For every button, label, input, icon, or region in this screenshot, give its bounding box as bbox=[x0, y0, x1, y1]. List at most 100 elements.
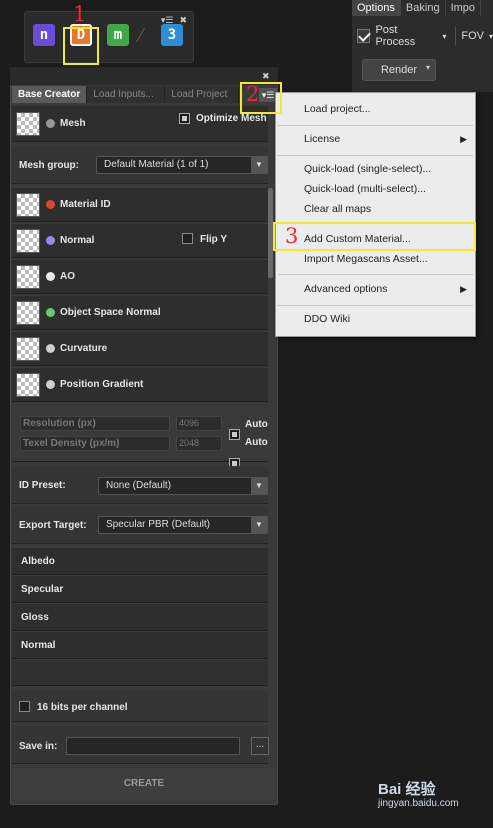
menu-item[interactable]: Load project... bbox=[275, 99, 476, 119]
chevron-down-icon: ▼ bbox=[251, 478, 267, 494]
fov-arrow-icon[interactable]: ▾ bbox=[489, 32, 493, 41]
map-row: Material ID bbox=[12, 188, 268, 222]
render-arrow-icon[interactable]: ▾ bbox=[426, 63, 430, 72]
menu-separator bbox=[278, 125, 473, 126]
map-row: Position Gradient bbox=[12, 368, 268, 402]
mesh-group-label: Mesh group: bbox=[19, 160, 79, 171]
annotation-box-1 bbox=[63, 27, 99, 65]
optimize-mesh-checkbox[interactable] bbox=[179, 113, 190, 124]
bits-label: 16 bits per channel bbox=[37, 702, 128, 713]
panel-tabs: Base Creator Load Inputs... Load Project bbox=[12, 86, 276, 103]
menu-item-label: Clear all maps bbox=[304, 203, 372, 215]
menu-item-label: Quick-load (multi-select)... bbox=[304, 183, 426, 195]
map-label: Material ID bbox=[60, 199, 111, 210]
map-thumbnail[interactable] bbox=[16, 336, 40, 361]
output-label: Specular bbox=[21, 583, 64, 595]
menu-separator bbox=[278, 274, 473, 275]
map-label: Object Space Normal bbox=[60, 307, 161, 318]
post-process-checkbox[interactable] bbox=[357, 29, 371, 43]
panel-close-icon[interactable]: ✖ bbox=[262, 71, 270, 82]
map-row: Normal bbox=[12, 224, 268, 258]
post-process-label[interactable]: Post Process bbox=[375, 24, 437, 48]
texel-auto-label: Auto bbox=[245, 437, 268, 448]
mesh-label: Mesh bbox=[60, 118, 86, 129]
output-row[interactable]: Albedo bbox=[12, 548, 268, 575]
browse-button[interactable]: ... bbox=[251, 737, 269, 755]
tab-import[interactable]: Impo bbox=[446, 0, 482, 16]
tab-load-project[interactable]: Load Project bbox=[165, 86, 240, 103]
resolution-field[interactable]: Resolution (px) bbox=[20, 416, 170, 431]
resolution-value[interactable]: 4096 bbox=[176, 416, 222, 431]
map-row: AO bbox=[12, 260, 268, 294]
three-d-icon[interactable]: 3 bbox=[161, 24, 183, 46]
mesh-thumbnail[interactable] bbox=[16, 111, 40, 136]
tab-base-creator[interactable]: Base Creator bbox=[12, 86, 88, 103]
bits-checkbox[interactable] bbox=[19, 701, 30, 712]
annotation-number-3: 3 bbox=[285, 224, 299, 248]
mdo-icon[interactable]: m bbox=[107, 24, 129, 46]
map-dot-icon bbox=[46, 200, 55, 209]
baidu-watermark-url: jingyan.baidu.com bbox=[378, 798, 459, 809]
map-dot-icon bbox=[46, 236, 55, 245]
output-label: Normal bbox=[21, 639, 56, 651]
menu-item[interactable]: Advanced options ▶ bbox=[275, 279, 476, 299]
menu-item[interactable]: Clear all maps bbox=[275, 199, 476, 219]
output-label: Gloss bbox=[21, 611, 49, 623]
menu-item-label: Quick-load (single-select)... bbox=[304, 163, 432, 175]
tab-load-inputs[interactable]: Load Inputs... bbox=[87, 86, 166, 103]
output-label: Albedo bbox=[21, 555, 55, 567]
menu-item-label: Advanced options bbox=[304, 283, 388, 295]
menu-item-label: License bbox=[304, 133, 341, 145]
map-label: Curvature bbox=[60, 343, 108, 354]
menu-item[interactable]: License ▶ bbox=[275, 129, 476, 149]
resolution-auto-checkbox[interactable] bbox=[229, 429, 240, 440]
id-preset-select[interactable]: None (Default) ▼ bbox=[98, 477, 268, 495]
create-button[interactable]: CREATE bbox=[12, 768, 276, 800]
output-row[interactable]: Gloss bbox=[12, 604, 268, 631]
tab-baking[interactable]: Baking bbox=[401, 0, 446, 16]
baidu-watermark: Bai 经验 bbox=[378, 781, 436, 798]
render-button[interactable]: Render bbox=[362, 59, 436, 81]
map-thumbnail[interactable] bbox=[16, 228, 40, 253]
output-row[interactable]: Specular bbox=[12, 576, 268, 603]
save-in-input[interactable] bbox=[66, 737, 240, 755]
map-dot-icon bbox=[46, 272, 55, 281]
menu-item-label: Load project... bbox=[304, 103, 371, 115]
menu-separator bbox=[278, 305, 473, 306]
ndo-icon[interactable]: n bbox=[33, 24, 55, 46]
export-target-select[interactable]: Specular PBR (Default) ▼ bbox=[98, 516, 268, 534]
mesh-group-select[interactable]: Default Material (1 of 1) ▼ bbox=[96, 156, 268, 174]
map-row: Curvature bbox=[12, 332, 268, 366]
mesh-dot-icon bbox=[46, 119, 55, 128]
texel-density-field[interactable]: Texel Density (px/m) bbox=[20, 436, 170, 451]
map-thumbnail[interactable] bbox=[16, 264, 40, 289]
save-in-label: Save in: bbox=[19, 741, 58, 752]
submenu-arrow-icon: ▶ bbox=[460, 134, 467, 144]
map-dot-icon bbox=[46, 380, 55, 389]
chevron-down-icon: ▼ bbox=[251, 157, 267, 173]
map-thumbnail[interactable] bbox=[16, 300, 40, 325]
annotation-box-3 bbox=[273, 222, 476, 251]
flip-y-checkbox[interactable] bbox=[182, 233, 193, 244]
mesh-row: Mesh bbox=[12, 106, 268, 142]
post-process-row: Post Process ▾ FOV ▾ bbox=[352, 22, 493, 50]
map-dot-icon bbox=[46, 344, 55, 353]
output-row[interactable]: Normal bbox=[12, 632, 268, 659]
export-target-label: Export Target: bbox=[19, 520, 87, 531]
menu-item[interactable]: Quick-load (multi-select)... bbox=[275, 179, 476, 199]
menu-item[interactable]: Import Megascans Asset... bbox=[275, 249, 476, 269]
annotation-number-2: 2 bbox=[246, 82, 260, 106]
fov-label[interactable]: FOV bbox=[461, 30, 484, 42]
texel-density-value[interactable]: 2048 bbox=[176, 436, 222, 451]
resolution-auto-label: Auto bbox=[245, 419, 268, 430]
map-thumbnail[interactable] bbox=[16, 192, 40, 217]
map-thumbnail[interactable] bbox=[16, 372, 40, 397]
menu-item-label: Import Megascans Asset... bbox=[304, 253, 428, 265]
tab-options[interactable]: Options bbox=[352, 0, 401, 16]
map-label: Normal bbox=[60, 235, 95, 246]
submenu-arrow-icon: ▶ bbox=[460, 284, 467, 294]
optimize-mesh-label: Optimize Mesh bbox=[196, 113, 267, 124]
post-process-arrow-icon[interactable]: ▾ bbox=[442, 32, 446, 41]
menu-item[interactable]: Quick-load (single-select)... bbox=[275, 159, 476, 179]
menu-item[interactable]: DDO Wiki bbox=[275, 309, 476, 329]
